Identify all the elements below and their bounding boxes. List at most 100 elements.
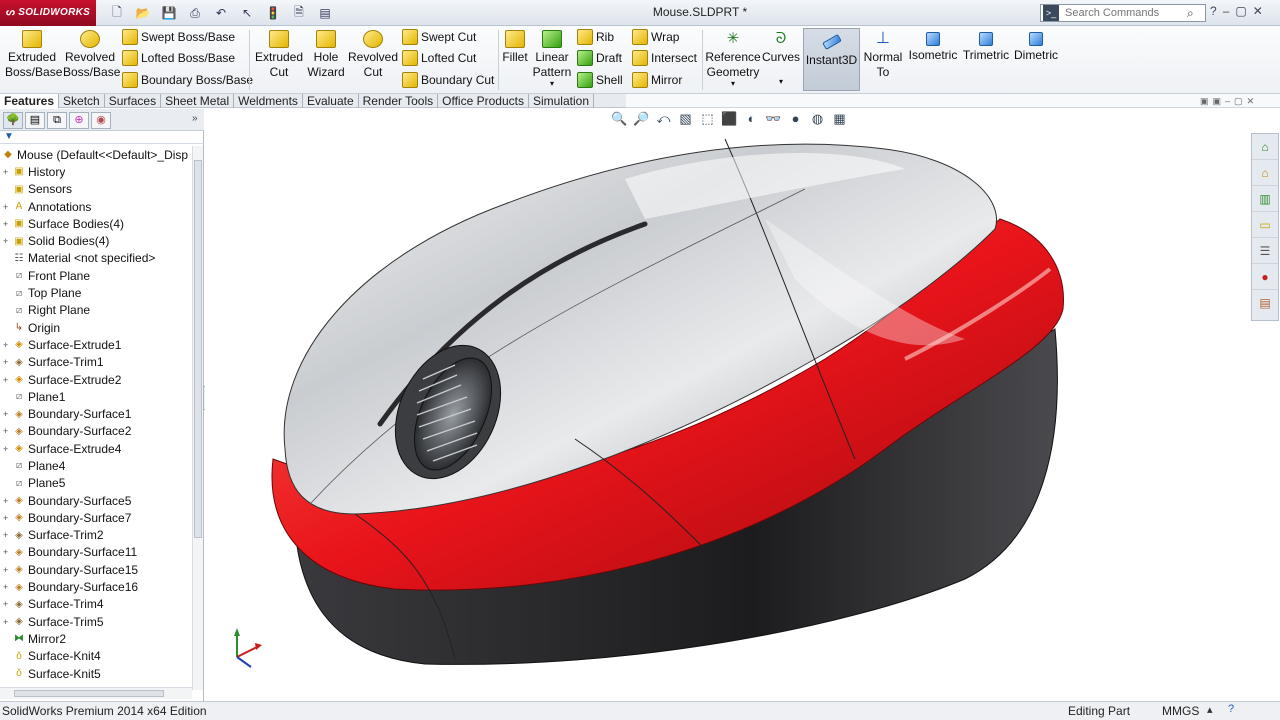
tree-item[interactable]: + ◈ Boundary-Surface7 [0, 509, 192, 526]
scrollbar-thumb[interactable] [194, 160, 202, 538]
design-library-icon[interactable]: ▥ [1252, 186, 1278, 212]
tree-filter-bar[interactable]: ▼ [0, 131, 204, 144]
maximize-icon[interactable]: ▢ [1235, 4, 1246, 18]
units-dropdown-icon[interactable]: ▴ [1207, 703, 1213, 716]
tree-item[interactable]: + ▣ History [0, 163, 192, 180]
property-manager-tab-icon[interactable]: ▤ [25, 112, 45, 129]
expand-toggle-icon[interactable]: + [3, 513, 11, 523]
tree-item[interactable]: ⧄ Top Plane [0, 284, 192, 301]
rebuild-icon[interactable]: 🚦 [262, 3, 284, 23]
close-icon[interactable]: ✕ [1247, 96, 1255, 107]
file-properties-icon[interactable]: 🗎 [288, 3, 310, 23]
new-document-icon[interactable]: 🗋 [106, 3, 128, 23]
dropdown-arrow-icon[interactable]: ▾ [704, 80, 762, 88]
tab-simulation[interactable]: Simulation [529, 94, 594, 108]
dimxpert-tab-icon[interactable]: ⊕ [69, 112, 89, 129]
help-icon[interactable]: ? [1210, 4, 1217, 18]
trimetric-button[interactable]: Trimetric [961, 30, 1011, 63]
file-explorer-icon[interactable]: ▭ [1252, 212, 1278, 238]
tab-sketch[interactable]: Sketch [59, 94, 105, 108]
swept-boss-button[interactable]: Swept Boss/Base [122, 27, 235, 47]
tab-weldments[interactable]: Weldments [234, 94, 303, 108]
tree-item[interactable]: ⧓ Mirror2 [0, 630, 192, 647]
tree-item[interactable]: ↳ Origin [0, 319, 192, 336]
lofted-cut-button[interactable]: Lofted Cut [402, 48, 476, 68]
feature-tree-tab-icon[interactable]: 🌳 [3, 112, 23, 129]
appearances-icon[interactable]: ● [1252, 264, 1278, 290]
hole-wizard-button[interactable]: Hole Wizard [305, 30, 347, 80]
open-folder-icon[interactable]: 📂 [132, 3, 154, 23]
tree-vertical-scrollbar[interactable] [192, 146, 203, 690]
search-input[interactable] [1065, 6, 1185, 20]
tree-item[interactable]: + ◈ Surface-Trim2 [0, 527, 192, 544]
tab-surfaces[interactable]: Surfaces [105, 94, 162, 108]
expand-toggle-icon[interactable]: + [3, 547, 11, 557]
lofted-boss-button[interactable]: Lofted Boss/Base [122, 48, 235, 68]
tree-item[interactable]: ǒ Surface-Knit5 [0, 665, 192, 682]
solidworks-resources-icon[interactable]: ⌂ [1252, 134, 1278, 160]
home-icon[interactable]: ⌂ [1252, 160, 1278, 186]
tree-item[interactable]: + ◈ Boundary-Surface1 [0, 405, 192, 422]
solidworks-logo[interactable]: ᔕ SOLIDWORKS [0, 0, 96, 26]
shell-button[interactable]: Shell [577, 70, 623, 90]
tab-features[interactable]: Features [0, 94, 60, 108]
restore-icon[interactable]: ▣ [1200, 96, 1209, 107]
expand-toggle-icon[interactable]: + [3, 426, 11, 436]
tree-item[interactable]: ⧄ Plane5 [0, 475, 192, 492]
tree-item[interactable]: + ◈ Boundary-Surface2 [0, 423, 192, 440]
tab-sheet-metal[interactable]: Sheet Metal [161, 94, 235, 108]
maximize-icon[interactable]: ▢ [1234, 96, 1243, 107]
tree-item[interactable]: + ◈ Boundary-Surface11 [0, 544, 192, 561]
boundary-cut-button[interactable]: Boundary Cut [402, 70, 494, 90]
tree-item[interactable]: + ▣ Surface Bodies(4) [0, 215, 192, 232]
tree-item[interactable]: + ▣ Solid Bodies(4) [0, 232, 192, 249]
tree-item[interactable]: + ◈ Boundary-Surface16 [0, 578, 192, 595]
tree-item[interactable]: + ◈ Surface-Trim1 [0, 354, 192, 371]
expand-toggle-icon[interactable]: + [3, 496, 11, 506]
tree-item[interactable]: + A Annotations [0, 198, 192, 215]
normal-to-button[interactable]: ⊥ Normal To [862, 30, 904, 80]
expand-toggle-icon[interactable]: + [3, 409, 11, 419]
revolved-boss-button[interactable]: Revolved Boss/Base [63, 30, 120, 80]
scrollbar-thumb[interactable] [14, 690, 164, 697]
tree-item[interactable]: ▣ Sensors [0, 181, 192, 198]
tree-item[interactable]: + ◈ Boundary-Surface5 [0, 492, 192, 509]
extruded-boss-button[interactable]: Extruded Boss/Base [5, 30, 62, 80]
expand-toggle-icon[interactable]: + [3, 375, 11, 385]
save-icon[interactable]: 💾 [158, 3, 180, 23]
tab-evaluate[interactable]: Evaluate [303, 94, 359, 108]
boundary-boss-button[interactable]: Boundary Boss/Base [122, 70, 253, 90]
graphics-area[interactable]: 🔍 🔎 ⤺ ▧ ⬚ ⬛ ◐ 👓 ● ◍ ▦ [205, 109, 1250, 701]
expand-toggle-icon[interactable]: + [3, 357, 11, 367]
expand-toggle-icon[interactable]: + [3, 236, 11, 246]
tree-item[interactable]: ◆ Mouse (Default<<Default>_Disp [0, 146, 192, 163]
expand-toggle-icon[interactable]: + [3, 167, 11, 177]
revolved-cut-button[interactable]: Revolved Cut [348, 30, 398, 80]
minimize-icon[interactable]: – [1225, 96, 1230, 107]
unit-system-selector[interactable]: MMGS [1162, 704, 1199, 718]
intersect-button[interactable]: Intersect [632, 48, 697, 68]
tab-render-tools[interactable]: Render Tools [359, 94, 439, 108]
expand-toggle-icon[interactable]: + [3, 582, 11, 592]
instant3d-button[interactable]: Instant3D [803, 28, 860, 91]
dropdown-arrow-icon[interactable]: ▾ [531, 80, 573, 88]
expand-toggle-icon[interactable]: + [3, 202, 11, 212]
expand-toggle-icon[interactable]: + [3, 444, 11, 454]
undo-icon[interactable]: ↶ [210, 3, 232, 23]
close-icon[interactable]: ✕ [1253, 4, 1263, 18]
expand-toggle-icon[interactable]: + [3, 340, 11, 350]
extruded-cut-button[interactable]: Extruded Cut [254, 30, 304, 80]
dimetric-button[interactable]: Dimetric [1012, 30, 1060, 63]
select-arrow-icon[interactable]: ↖ [236, 3, 258, 23]
tree-item[interactable]: + ◈ Boundary-Surface15 [0, 561, 192, 578]
tree-horizontal-scrollbar[interactable] [0, 687, 192, 699]
expand-toggle-icon[interactable]: + [3, 219, 11, 229]
tree-item[interactable]: ǒ Surface-Knit4 [0, 648, 192, 665]
wrap-button[interactable]: Wrap [632, 27, 679, 47]
rib-button[interactable]: Rib [577, 27, 614, 47]
minimize-icon[interactable]: – [1223, 4, 1230, 18]
isometric-button[interactable]: Isometric [907, 30, 959, 63]
expand-panel-icon[interactable]: » [192, 113, 198, 124]
dropdown-arrow-icon[interactable]: ▾ [762, 78, 800, 86]
display-manager-tab-icon[interactable]: ◉ [91, 112, 111, 129]
